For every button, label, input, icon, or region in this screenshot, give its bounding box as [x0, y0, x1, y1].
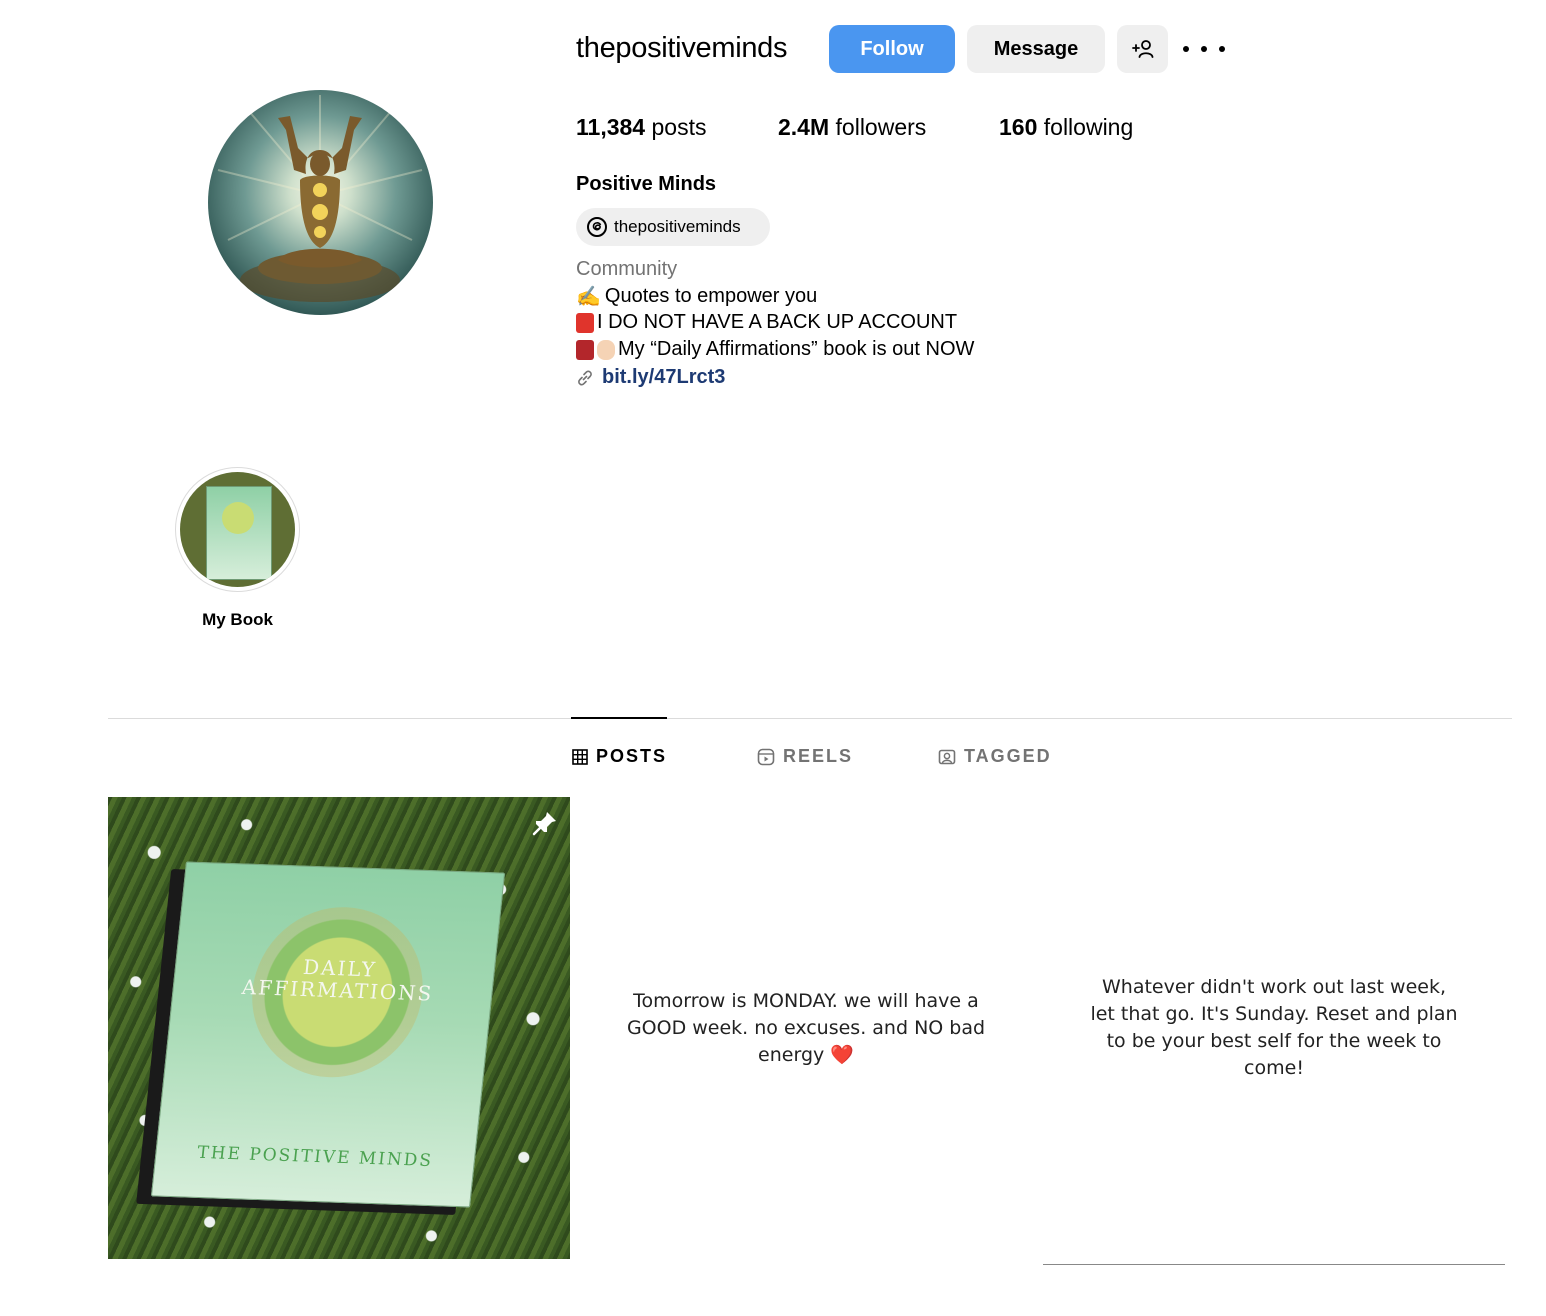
highlight-label: My Book: [202, 610, 273, 629]
profile-category: Community: [576, 258, 678, 280]
more-options-icon[interactable]: [1183, 38, 1225, 60]
post-tile-monday-quote[interactable]: Tomorrow is MONDAY. we will have a GOOD …: [575, 797, 1037, 1259]
tab-posts-label: POSTS: [596, 746, 668, 766]
highlight-cover-image: [180, 472, 295, 587]
profile-full-name: Positive Minds: [576, 173, 717, 195]
tab-tagged-label: TAGGED: [964, 746, 1052, 766]
book-title: DAILY AFFIRMATIONS: [172, 951, 506, 1006]
post-separator-line: [1043, 1264, 1505, 1265]
reels-icon: [757, 748, 775, 765]
tab-reels[interactable]: REELS: [757, 746, 853, 767]
book-icon: [576, 339, 594, 360]
writing-hand-icon: ✍️: [576, 286, 601, 308]
bio-line-2-text: I DO NOT HAVE A BACK UP ACCOUNT: [597, 311, 958, 333]
posts-count-label: posts: [651, 114, 707, 140]
following-count: 160: [999, 114, 1038, 140]
tabs-divider: [108, 718, 1512, 719]
book-image: DAILY AFFIRMATIONS THE POSITIVE MINDS: [136, 861, 506, 1215]
threads-icon: [587, 217, 607, 237]
tab-posts[interactable]: POSTS: [572, 746, 667, 767]
followers-count-label: followers: [835, 114, 927, 140]
post-quote-text: Whatever didn't work out last week, let …: [1090, 976, 1458, 1079]
posts-count: 11,384: [576, 114, 646, 140]
bio-line-1: ✍️ Quotes to empower you: [576, 284, 817, 309]
bio-link-text: bit.ly/47Lrct3: [602, 366, 726, 388]
following-count-label: following: [1043, 114, 1134, 140]
message-button[interactable]: Message: [967, 25, 1105, 73]
pointing-down-icon: [597, 339, 615, 360]
post-quote-text: Tomorrow is MONDAY. we will have a GOOD …: [626, 989, 986, 1066]
followers-count: 2.4M: [778, 114, 830, 140]
follow-button[interactable]: Follow: [829, 25, 955, 73]
profile-username: thepositiveminds: [576, 32, 788, 64]
pinned-post-icon: [532, 812, 556, 836]
bio-line-3-text: My “Daily Affirmations” book is out NOW: [618, 338, 975, 360]
link-icon: [578, 370, 592, 385]
tab-reels-label: REELS: [783, 746, 854, 766]
posts-count-stat: 11,384 posts: [576, 114, 706, 141]
book-author: THE POSITIVE MINDS: [196, 1142, 434, 1172]
tab-tagged[interactable]: TAGGED: [938, 746, 1052, 767]
bio-line-2: I DO NOT HAVE A BACK UP ACCOUNT: [576, 311, 957, 334]
following-count-stat[interactable]: 160 following: [999, 114, 1133, 141]
bio-external-link[interactable]: bit.ly/47Lrct3: [576, 366, 725, 389]
siren-icon: [576, 312, 594, 333]
bio-line-3: My “Daily Affirmations” book is out NOW: [576, 338, 974, 361]
threads-profile-link[interactable]: thepositiveminds: [576, 208, 770, 246]
active-tab-indicator: [571, 717, 667, 719]
tagged-person-icon: [938, 749, 956, 764]
add-person-icon: [1131, 40, 1153, 58]
profile-avatar[interactable]: [208, 90, 433, 315]
bio-line-1-text: Quotes to empower you: [604, 285, 818, 307]
threads-handle: thepositiveminds: [614, 217, 741, 236]
post-tile-sunday-quote[interactable]: Whatever didn't work out last week, let …: [1043, 797, 1505, 1259]
post-tile-book[interactable]: DAILY AFFIRMATIONS THE POSITIVE MINDS: [108, 797, 570, 1259]
book-cover: DAILY AFFIRMATIONS THE POSITIVE MINDS: [150, 861, 506, 1208]
meditating-figure-image: [217, 95, 423, 302]
story-highlight-my-book[interactable]: [175, 467, 300, 592]
suggested-accounts-button[interactable]: [1117, 25, 1168, 73]
grid-icon: [572, 748, 588, 765]
followers-count-stat[interactable]: 2.4M followers: [778, 114, 926, 141]
